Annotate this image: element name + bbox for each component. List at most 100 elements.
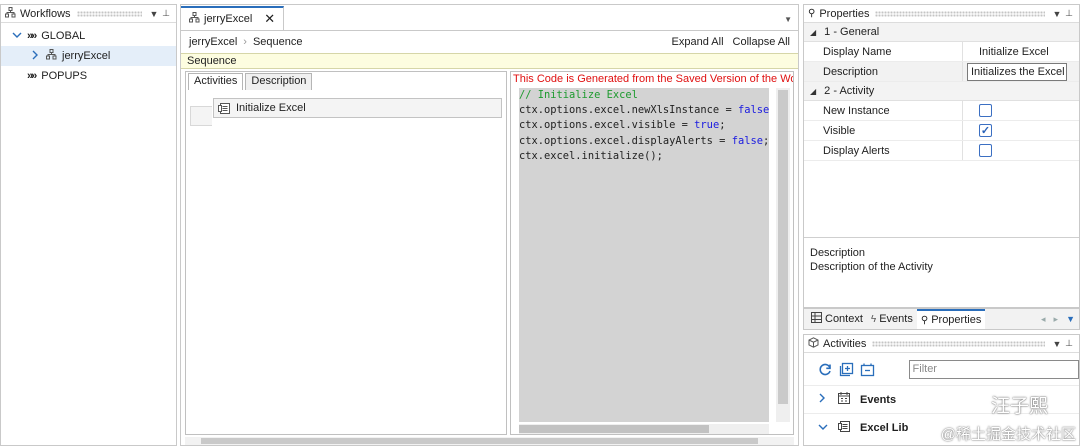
chevron-down-icon[interactable]: ▼: [1051, 9, 1063, 19]
tree-item-global[interactable]: »» GLOBAL: [1, 26, 176, 46]
code-horizontal-scrollbar[interactable]: [519, 424, 769, 434]
breadcrumb-item[interactable]: Sequence: [253, 36, 303, 48]
pin-icon[interactable]: ⊥: [160, 8, 172, 19]
filter-input[interactable]: Filter: [908, 359, 1079, 379]
prop-row-description[interactable]: Description Initializes the Excel li: [804, 62, 1079, 82]
scrollbar-thumb[interactable]: [778, 90, 788, 404]
breadcrumb-item[interactable]: jerryExcel: [189, 36, 237, 48]
code-line: ctx.options.excel.displayAlerts = false;: [519, 134, 769, 147]
tab-context[interactable]: Context: [807, 309, 867, 329]
code-view[interactable]: // Initialize Excel ctx.options.excel.ne…: [519, 88, 769, 422]
code-line: ctx.options.excel.visible = true;: [519, 119, 726, 132]
scrollbar-thumb[interactable]: [519, 425, 709, 433]
activity-label: Initialize Excel: [236, 102, 306, 114]
tab-activities[interactable]: Activities: [188, 73, 244, 90]
chevron-right-icon[interactable]: ▸: [1054, 314, 1059, 325]
generated-code-warning: This Code is Generated from the Saved Ve…: [513, 73, 793, 85]
workflow-icon: [46, 49, 57, 63]
chevron-down-icon[interactable]: [818, 422, 834, 434]
activities-toolbar: Filter: [804, 353, 1079, 385]
breadcrumb: jerryExcel › Sequence Expand All Collaps…: [181, 31, 798, 53]
chevron-down-icon[interactable]: ▼: [1051, 339, 1063, 349]
tree-item-popups[interactable]: »» POPUPS: [1, 66, 176, 86]
expand-all-link[interactable]: Expand All: [672, 36, 724, 48]
workflows-panel: Workflows ▼ ⊥ »» GLOBAL jerryExcel »» PO…: [0, 4, 177, 446]
new-instance-checkbox[interactable]: [979, 104, 992, 117]
watermark-community: @稀土掘金技术社区: [940, 426, 1076, 443]
prop-row-new-instance[interactable]: New Instance: [804, 101, 1079, 121]
workflow-icon: [5, 6, 16, 21]
activity-initialize-excel[interactable]: Initialize Excel: [213, 98, 502, 118]
inner-tabs: Activities Description: [186, 72, 506, 90]
tab-description[interactable]: Description: [245, 73, 313, 90]
property-description-area: Description Description of the Activity: [804, 237, 1079, 307]
properties-panel: ⚲ Properties ▼ ⊥ ◢ 1 - General Display N…: [803, 4, 1080, 308]
workflows-title: Workflows: [20, 7, 71, 20]
tree-item-label: POPUPS: [41, 70, 88, 82]
chevron-left-icon[interactable]: ◂: [1041, 314, 1046, 325]
description-input[interactable]: Initializes the Excel li: [967, 62, 1067, 81]
collapse-all-link[interactable]: Collapse All: [733, 36, 790, 48]
prop-row-display-name[interactable]: Display Name Initialize Excel: [804, 42, 1079, 62]
activities-title: Activities: [823, 337, 867, 350]
breadcrumb-separator-icon: ›: [243, 36, 247, 48]
folder-marker-icon: »»: [27, 30, 37, 42]
tab-jerryexcel[interactable]: jerryExcel ✕: [181, 6, 285, 30]
chevron-down-icon[interactable]: ▼: [1066, 314, 1075, 325]
code-pane: This Code is Generated from the Saved Ve…: [510, 71, 794, 435]
editor-split: Activities Description Initialize Excel …: [185, 71, 794, 435]
display-alerts-checkbox[interactable]: [979, 144, 992, 157]
collapse-triangle-icon[interactable]: ◢: [810, 28, 816, 37]
tree-item-label: GLOBAL: [41, 30, 86, 42]
drag-grip[interactable]: [875, 10, 1045, 17]
activity-icon: [838, 420, 852, 436]
visible-checkbox[interactable]: ✓: [979, 124, 992, 137]
scrollbar-thumb[interactable]: [201, 438, 758, 444]
sequence-bar: Sequence: [181, 53, 798, 69]
tree-item-jerryexcel[interactable]: jerryExcel: [1, 46, 176, 66]
code-vertical-scrollbar[interactable]: [776, 88, 790, 422]
workflows-header: Workflows ▼ ⊥: [1, 5, 176, 23]
collapse-tree-icon[interactable]: [860, 361, 876, 377]
workflow-icon: [189, 12, 200, 26]
prop-name: Display Alerts: [823, 144, 890, 157]
prop-name: Display Name: [823, 45, 892, 58]
tab-events[interactable]: ϟ Events: [867, 309, 917, 329]
chevron-down-icon[interactable]: ▼: [148, 9, 160, 19]
chevron-right-icon[interactable]: [29, 50, 41, 63]
tab-label: jerryExcel: [204, 13, 253, 25]
watermark-author: 汪子熙: [990, 396, 1048, 417]
bottom-tab-strip: Context ϟ Events ⚲ Properties ◂ ▸ ▼: [803, 308, 1080, 330]
activities-header: Activities ▼ ⊥: [804, 335, 1079, 353]
tree-item-label: jerryExcel: [62, 50, 111, 62]
tab-label: Context: [825, 313, 863, 325]
category-activity[interactable]: ◢ 2 - Activity: [804, 82, 1079, 101]
prop-row-visible[interactable]: Visible ✓: [804, 121, 1079, 141]
properties-header: ⚲ Properties ▼ ⊥: [804, 5, 1079, 23]
drag-grip[interactable]: [872, 340, 1045, 347]
activity-icon: [218, 102, 231, 118]
chevron-down-icon[interactable]: [11, 30, 23, 42]
prop-value[interactable]: Initialize Excel: [962, 42, 1079, 61]
editor-tabbar: jerryExcel ✕ ▼: [181, 5, 798, 31]
chevron-right-icon[interactable]: [818, 393, 834, 406]
properties-title: Properties: [819, 7, 870, 20]
pin-icon[interactable]: ⊥: [1063, 8, 1075, 19]
expand-tree-icon[interactable]: [839, 361, 855, 377]
drag-grip[interactable]: [76, 10, 142, 17]
code-line: ctx.options.excel.newXlsInstance = false…: [519, 104, 769, 117]
prop-row-display-alerts[interactable]: Display Alerts: [804, 141, 1079, 161]
editor-horizontal-scrollbar[interactable]: [185, 437, 794, 445]
editor-panel: jerryExcel ✕ ▼ jerryExcel › Sequence Exp…: [180, 4, 799, 446]
pin-icon[interactable]: ⊥: [1063, 338, 1075, 349]
refresh-icon[interactable]: [818, 361, 834, 377]
tab-properties[interactable]: ⚲ Properties: [916, 309, 986, 329]
activity-handle[interactable]: [190, 106, 212, 126]
category-general[interactable]: ◢ 1 - General: [804, 23, 1079, 42]
tab-label: Properties: [931, 314, 982, 326]
prop-value-cell: Initializes the Excel li: [962, 62, 1079, 81]
close-icon[interactable]: ✕: [264, 11, 275, 27]
collapse-triangle-icon[interactable]: ◢: [810, 87, 816, 96]
description-title: Description: [810, 247, 866, 259]
chevron-down-icon[interactable]: ▼: [784, 15, 792, 24]
